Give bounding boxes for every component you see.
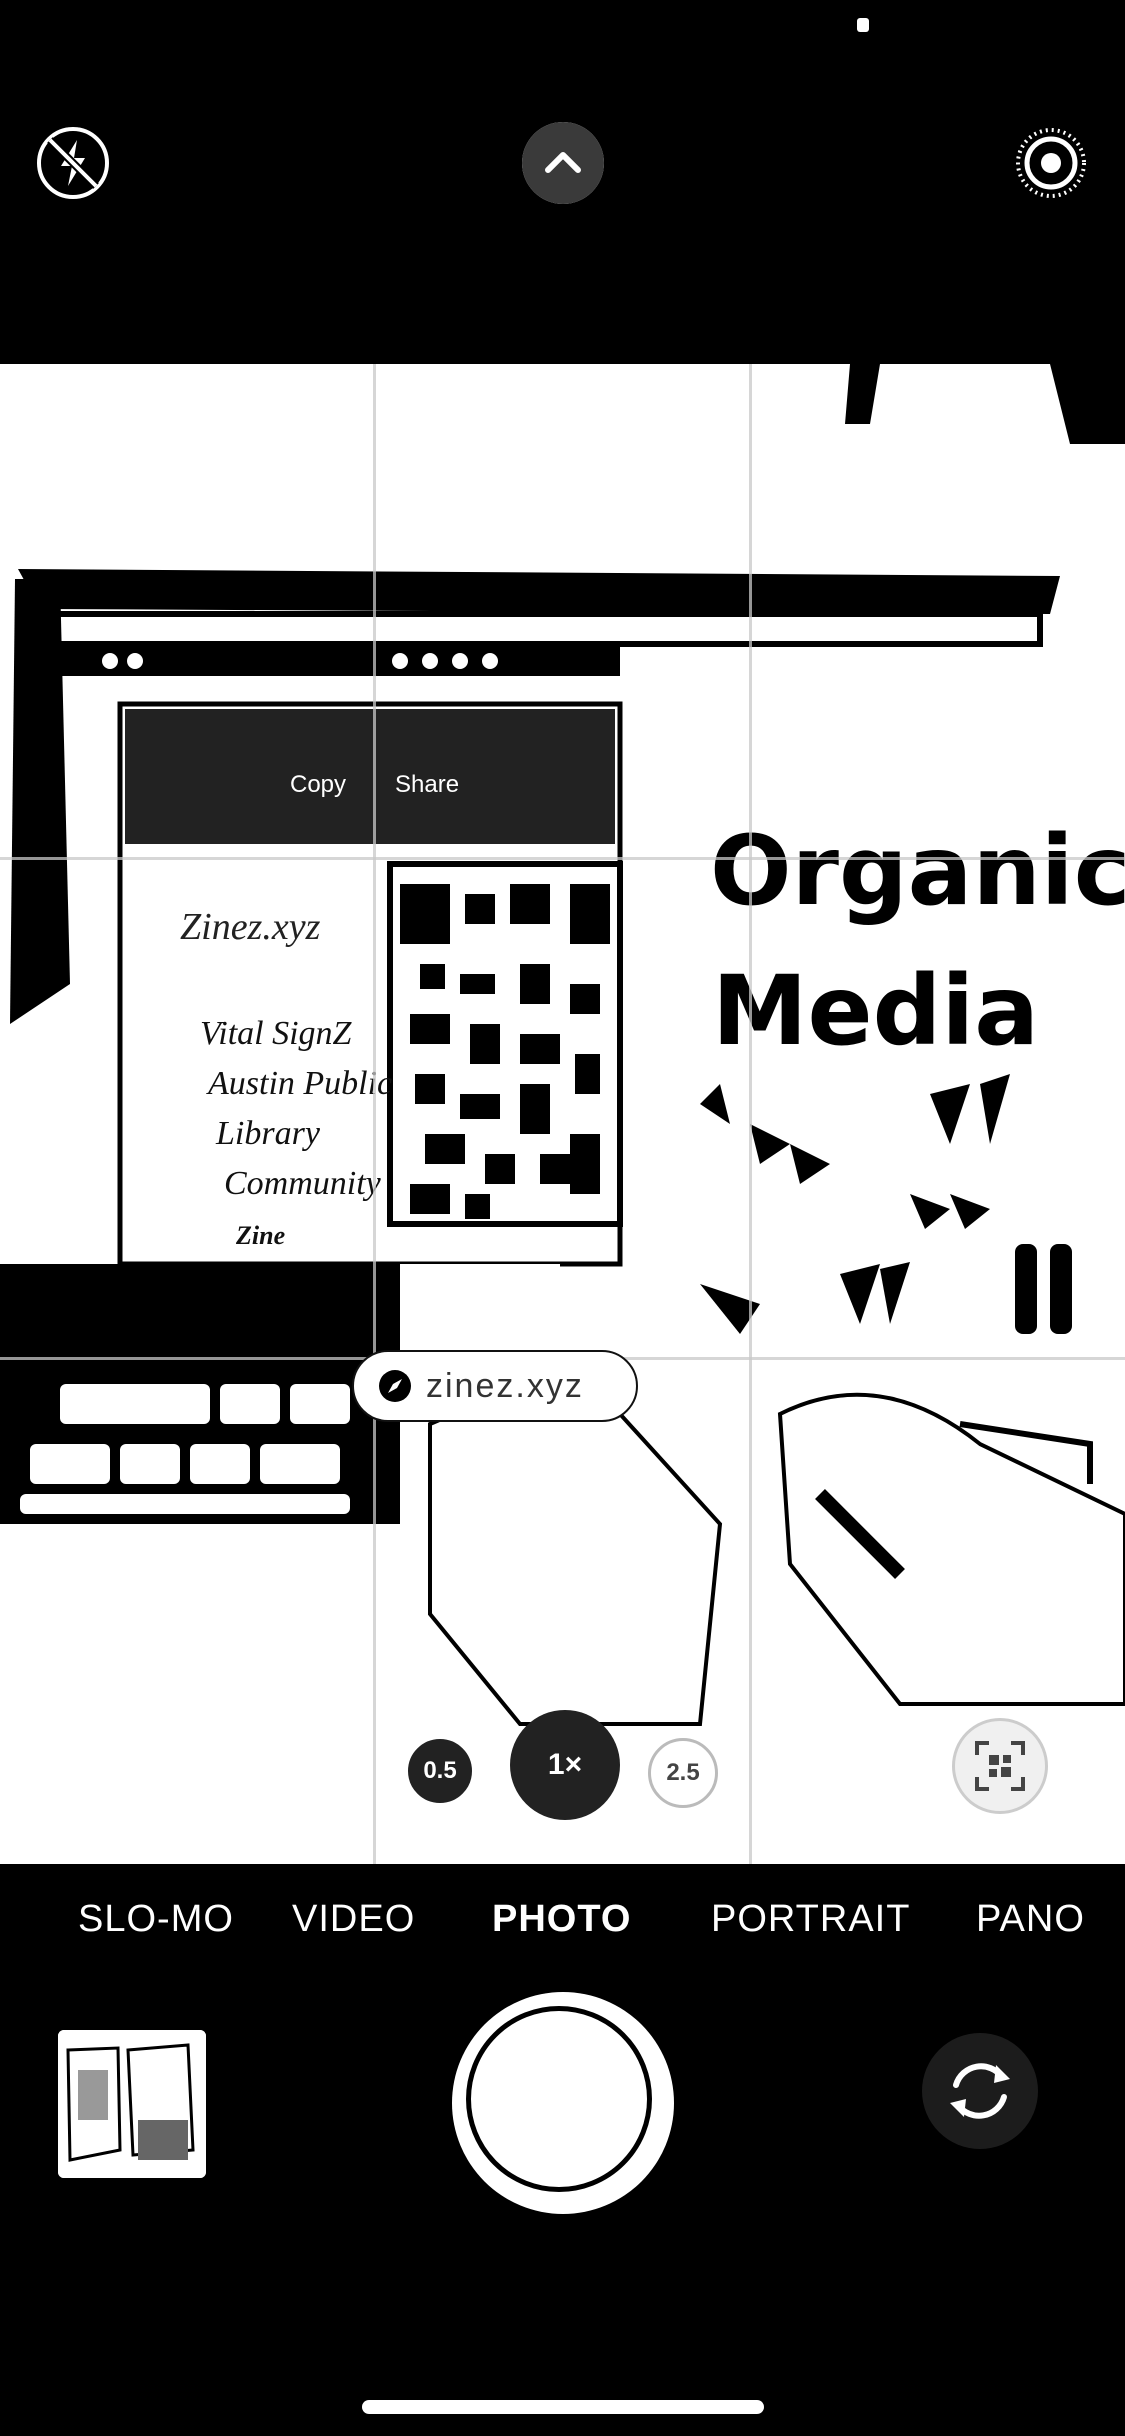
screen-line-3: Library [215, 1115, 321, 1152]
flash-off-icon [37, 127, 109, 199]
last-photo-thumbnail[interactable] [58, 2030, 206, 2178]
mode-video[interactable]: VIDEO [292, 1898, 415, 1941]
live-photo-icon [1016, 128, 1086, 198]
live-photo-button[interactable] [1012, 124, 1090, 202]
zoom-2.5x-button[interactable]: 2.5 [648, 1738, 718, 1808]
grid-line-vertical-1 [373, 364, 376, 1864]
screen-button-copy: Copy [290, 771, 346, 798]
mode-pano[interactable]: PANO [976, 1898, 1085, 1941]
camera-flip-icon [950, 2063, 1010, 2119]
poster-title-line2: Media [712, 955, 1039, 1067]
camera-flip-button[interactable] [922, 2033, 1038, 2149]
screen-line-4: Community [224, 1165, 382, 1202]
flash-toggle-button[interactable] [34, 124, 112, 202]
mode-portrait[interactable]: PORTRAIT [711, 1898, 910, 1941]
grid-line-horizontal-1 [0, 857, 1125, 860]
camera-viewfinder[interactable]: Copy Share Zinez.xyz Vital SignZ Austin … [0, 364, 1125, 1864]
camera-mode-selector[interactable]: SLO-MO VIDEO PHOTO PORTRAIT PANO [0, 1898, 1125, 1962]
qr-code-scan-icon [975, 1741, 1025, 1791]
zoom-2.5x-label: 2.5 [666, 1759, 700, 1786]
screen-line-1: Vital SignZ [200, 1015, 353, 1052]
screen-line-5: Zine [235, 1221, 285, 1250]
grid-line-vertical-2 [749, 364, 752, 1864]
status-indicator-dot [857, 18, 869, 32]
shutter-inner-ring [466, 2006, 652, 2192]
chevron-up-icon [522, 122, 604, 204]
qr-code-scan-button[interactable] [952, 1718, 1048, 1814]
safari-compass-icon [379, 1370, 411, 1402]
detected-link-chip[interactable]: zinez.xyz [352, 1350, 638, 1422]
screen-title: Zinez.xyz [180, 906, 321, 948]
mode-slo-mo[interactable]: SLO-MO [78, 1898, 234, 1941]
screen-line-2: Austin Public [206, 1065, 392, 1102]
screen-button-share: Share [395, 771, 459, 798]
poster-title-line1: Organic [710, 815, 1125, 927]
zoom-1x-button[interactable]: 1× [510, 1710, 620, 1820]
home-indicator[interactable] [362, 2400, 764, 2414]
viewfinder-scene: Copy Share Zinez.xyz Vital SignZ Austin … [0, 364, 1125, 1726]
zoom-0.5x-label: 0.5 [423, 1757, 457, 1784]
mode-photo[interactable]: PHOTO [492, 1898, 631, 1941]
shutter-button[interactable] [452, 1992, 674, 2214]
controls-expand-button[interactable] [522, 122, 604, 204]
thumbnail-image [58, 2030, 206, 2178]
zoom-0.5x-button[interactable]: 0.5 [405, 1736, 475, 1806]
detected-link-text: zinez.xyz [426, 1366, 584, 1405]
zoom-1x-label: 1× [547, 1748, 583, 1781]
